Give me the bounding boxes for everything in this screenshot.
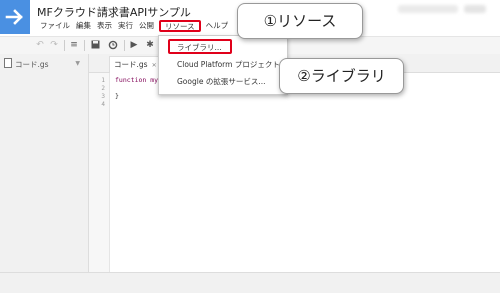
file-item-code-gs[interactable]: コード.gs ▼	[4, 58, 84, 70]
menu-bar: ファイル 編集 表示 実行 公開 リソース ヘルプ	[37, 20, 231, 32]
library-highlight-box	[168, 39, 232, 54]
toolbar-divider	[64, 40, 65, 51]
menu-resources[interactable]: リソース	[159, 20, 201, 32]
line-number: 3	[101, 93, 105, 100]
history-icon[interactable]	[107, 39, 119, 51]
menu-publish[interactable]: 公開	[136, 20, 157, 32]
line-number: 4	[101, 101, 105, 108]
tab-label: コード.gs	[114, 60, 148, 69]
callout-step-2: ②ライブラリ	[279, 58, 404, 94]
apps-script-logo[interactable]	[0, 0, 30, 34]
chevron-down-icon[interactable]: ▼	[75, 58, 80, 70]
resources-dropdown: ライブラリ... Cloud Platform プロジェクト... Google…	[158, 35, 288, 95]
menu-item-cloud-platform[interactable]: Cloud Platform プロジェクト...	[159, 57, 287, 73]
save-icon[interactable]	[89, 39, 101, 51]
code-line[interactable]: function my	[115, 76, 158, 84]
code-line[interactable]: }	[115, 92, 119, 100]
account-menu[interactable]	[464, 5, 486, 13]
menu-item-advanced-services[interactable]: Google の拡張サービス...	[159, 74, 287, 90]
callout-step-1: ①リソース	[237, 3, 363, 39]
project-title[interactable]: MFクラウド請求書APIサンプル	[37, 4, 191, 20]
menu-view[interactable]: 表示	[94, 20, 115, 32]
indent-icon[interactable]: ≡	[68, 39, 80, 51]
redo-icon[interactable]: ↷	[48, 39, 60, 51]
file-item-label: コード.gs	[15, 60, 49, 69]
account-email[interactable]	[398, 5, 458, 13]
arrow-right-icon	[5, 9, 23, 25]
menu-run[interactable]: 実行	[115, 20, 136, 32]
line-number-gutter: 1 2 3 4	[89, 73, 110, 272]
line-number: 2	[101, 85, 105, 92]
run-icon[interactable]: ▶	[128, 39, 140, 51]
file-sidebar: コード.gs ▼	[0, 54, 89, 272]
menu-file[interactable]: ファイル	[37, 20, 73, 32]
code-editor[interactable]: 1 2 3 4 function my }	[89, 73, 500, 272]
close-icon[interactable]: ✕	[152, 62, 157, 69]
debug-icon[interactable]: ✱	[144, 39, 156, 51]
line-number: 1	[101, 77, 105, 84]
menu-edit[interactable]: 編集	[73, 20, 94, 32]
status-bar	[0, 272, 500, 293]
menu-help[interactable]: ヘルプ	[203, 20, 232, 32]
undo-icon[interactable]: ↶	[34, 39, 46, 51]
file-icon	[4, 58, 12, 68]
toolbar-divider	[124, 40, 125, 51]
toolbar-divider	[84, 40, 85, 51]
